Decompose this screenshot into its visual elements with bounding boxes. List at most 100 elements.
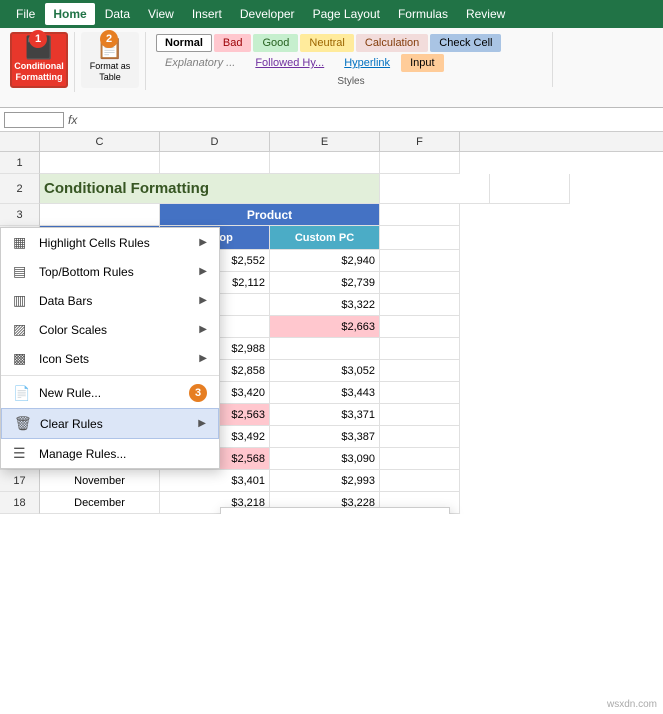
- style-neutral[interactable]: Neutral: [300, 34, 353, 52]
- menu-item-manage-rules[interactable]: ☰ Manage Rules...: [1, 439, 219, 468]
- watermark: wsxdn.com: [607, 699, 657, 710]
- col-header-c: C: [40, 132, 160, 151]
- menu-item-icon-sets[interactable]: ▩ Icon Sets ▶: [1, 344, 219, 373]
- cell-e12[interactable]: $3,052: [270, 360, 380, 382]
- badge-1: 1: [29, 30, 47, 48]
- style-bad[interactable]: Bad: [214, 34, 252, 52]
- menu-item-highlight-cells[interactable]: ▦ Highlight Cells Rules ▶: [1, 228, 219, 257]
- cell-f8[interactable]: [380, 272, 460, 294]
- table-row: 2 Conditional Formatting: [0, 174, 663, 204]
- menu-item-color-scales[interactable]: ▨ Color Scales ▶: [1, 315, 219, 344]
- badge-3: 3: [189, 384, 207, 402]
- cell-e14[interactable]: $3,371: [270, 404, 380, 426]
- color-scales-icon: ▨: [13, 321, 31, 338]
- style-calculation[interactable]: Calculation: [356, 34, 428, 52]
- color-scales-label: Color Scales: [39, 323, 107, 337]
- cell-f2[interactable]: [490, 174, 570, 204]
- row-num-3: 3: [0, 204, 40, 226]
- menu-data[interactable]: Data: [97, 3, 138, 25]
- cell-f4[interactable]: [380, 226, 460, 250]
- cell-c3[interactable]: [40, 204, 160, 226]
- style-explanatory[interactable]: Explanatory ...: [156, 54, 244, 72]
- menu-formulas[interactable]: Formulas: [390, 3, 456, 25]
- submenu: Clear Rules from Selected Cells Clear Ru…: [220, 507, 450, 514]
- style-hyperlink[interactable]: Hyperlink: [335, 54, 399, 72]
- cell-f7[interactable]: [380, 250, 460, 272]
- name-box[interactable]: [4, 112, 64, 128]
- col-header-d: D: [160, 132, 270, 151]
- style-good[interactable]: Good: [253, 34, 298, 52]
- icon-sets-icon: ▩: [13, 350, 31, 367]
- cell-e8[interactable]: $2,739: [270, 272, 380, 294]
- menu-developer[interactable]: Developer: [232, 3, 303, 25]
- cell-f12[interactable]: [380, 360, 460, 382]
- row-num-2: 2: [0, 174, 40, 204]
- style-input[interactable]: Input: [401, 54, 443, 72]
- table-row: 1: [0, 152, 663, 174]
- dropdown-overlay: ▦ Highlight Cells Rules ▶ ▤ Top/Bottom R…: [0, 227, 220, 469]
- icon-sets-label: Icon Sets: [39, 352, 89, 366]
- cell-title[interactable]: Conditional Formatting: [40, 174, 380, 204]
- cell-e13[interactable]: $3,443: [270, 382, 380, 404]
- cell-f10[interactable]: [380, 316, 460, 338]
- cell-e10[interactable]: $2,663: [270, 316, 380, 338]
- cell-f13[interactable]: [380, 382, 460, 404]
- styles-section: Normal Bad Good Neutral Calculation Chec…: [150, 32, 553, 87]
- highlight-cells-arrow: ▶: [199, 237, 207, 248]
- conditional-formatting-label: Conditional Formatting: [14, 61, 64, 83]
- menu-item-top-bottom[interactable]: ▤ Top/Bottom Rules ▶: [1, 257, 219, 286]
- cell-d1[interactable]: [160, 152, 270, 174]
- menu-view[interactable]: View: [140, 3, 182, 25]
- format-table-label: Format as Table: [90, 61, 131, 83]
- menu-insert[interactable]: Insert: [184, 3, 230, 25]
- cell-f16[interactable]: [380, 448, 460, 470]
- dropdown-divider-1: [1, 375, 219, 376]
- cell-f17[interactable]: [380, 470, 460, 492]
- cell-f3[interactable]: [380, 204, 460, 226]
- cell-f11[interactable]: [380, 338, 460, 360]
- manage-rules-icon: ☰: [13, 445, 31, 462]
- cell-custompc-header[interactable]: Custom PC: [270, 226, 380, 250]
- data-bars-label: Data Bars: [39, 294, 92, 308]
- cell-e9[interactable]: $3,322: [270, 294, 380, 316]
- menu-item-data-bars[interactable]: ▥ Data Bars ▶: [1, 286, 219, 315]
- cell-label-18[interactable]: December: [40, 492, 160, 514]
- cell-e15[interactable]: $3,387: [270, 426, 380, 448]
- color-scales-arrow: ▶: [199, 324, 207, 335]
- cell-label-17[interactable]: November: [40, 470, 160, 492]
- cell-e2[interactable]: [380, 174, 490, 204]
- top-bottom-arrow: ▶: [199, 266, 207, 277]
- style-followed[interactable]: Followed Hy...: [246, 54, 333, 72]
- cell-f1[interactable]: [380, 152, 460, 174]
- icon-sets-arrow: ▶: [199, 353, 207, 364]
- menu-home[interactable]: Home: [45, 3, 94, 25]
- menu-item-new-rule[interactable]: 📄 New Rule... 3: [1, 378, 219, 408]
- submenu-item-selected-cells[interactable]: Clear Rules from Selected Cells: [221, 508, 449, 514]
- cell-e16[interactable]: $3,090: [270, 448, 380, 470]
- menu-review[interactable]: Review: [458, 3, 513, 25]
- menu-bar: File Home Data View Insert Developer Pag…: [0, 0, 663, 28]
- menu-item-clear-rules[interactable]: 🗑 Clear Rules ▶: [1, 408, 219, 439]
- new-rule-label: New Rule...: [39, 386, 101, 400]
- cell-f15[interactable]: [380, 426, 460, 448]
- styles-grid: Normal Bad Good Neutral Calculation Chec…: [156, 32, 546, 74]
- style-normal[interactable]: Normal: [156, 34, 212, 52]
- cell-c1[interactable]: [40, 152, 160, 174]
- cell-e1[interactable]: [270, 152, 380, 174]
- cell-e17[interactable]: $2,993: [270, 470, 380, 492]
- clear-rules-label: Clear Rules: [40, 417, 103, 431]
- cell-e7[interactable]: $2,940: [270, 250, 380, 272]
- cell-f9[interactable]: [380, 294, 460, 316]
- cell-e11[interactable]: [270, 338, 380, 360]
- menu-file[interactable]: File: [8, 3, 43, 25]
- menu-page-layout[interactable]: Page Layout: [305, 3, 388, 25]
- style-checkcel[interactable]: Check Cell: [430, 34, 501, 52]
- cell-d17[interactable]: $3,401: [160, 470, 270, 492]
- highlight-cells-icon: ▦: [13, 234, 31, 251]
- col-headers: C D E F: [0, 132, 663, 152]
- ribbon: ⬛ Conditional Formatting 1 📋 Format as T…: [0, 28, 663, 108]
- new-rule-icon: 📄: [13, 385, 31, 402]
- dropdown-menu: ▦ Highlight Cells Rules ▶ ▤ Top/Bottom R…: [0, 227, 220, 469]
- cell-product-header[interactable]: Product: [160, 204, 380, 226]
- cell-f14[interactable]: [380, 404, 460, 426]
